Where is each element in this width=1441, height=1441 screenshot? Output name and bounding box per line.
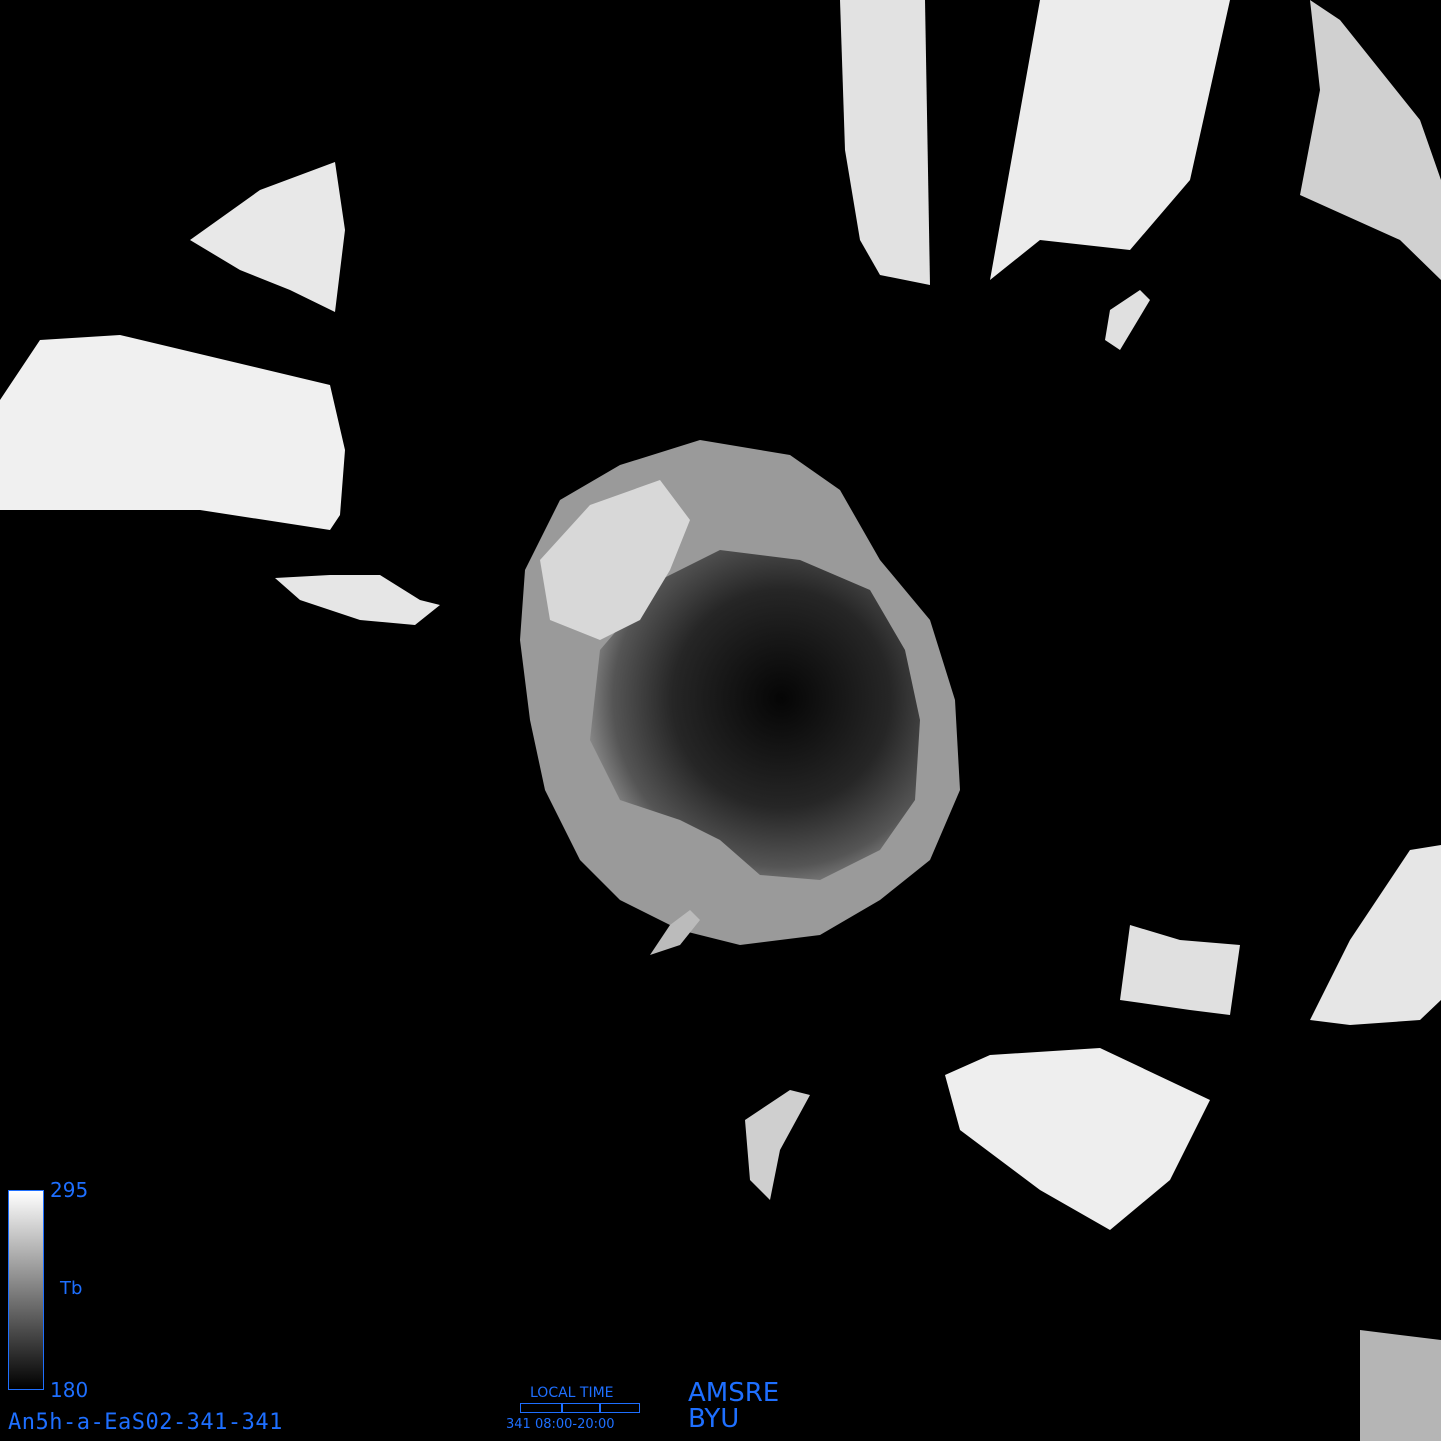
sensor-label: AMSRE BYU [688, 1380, 779, 1432]
local-time-bar [520, 1403, 640, 1413]
local-time-title: LOCAL TIME [530, 1385, 614, 1401]
madagascar [1105, 290, 1150, 350]
map-viewer: 295 Tb 180 An5h-a-EaS02-341-341 LOCAL TI… [0, 0, 1441, 1441]
local-time-range: 341 08:00-20:00 [506, 1417, 615, 1432]
land-swath-southeast [945, 1048, 1210, 1230]
land-swath-west-2 [275, 575, 440, 625]
local-time-window [561, 1404, 601, 1412]
polar-map [0, 0, 1441, 1441]
sensor-institution: BYU [688, 1404, 740, 1434]
sensor-name: AMSRE [688, 1378, 780, 1408]
africa-swath-2 [990, 0, 1230, 280]
africa-swath-1 [840, 0, 930, 285]
new-zealand [745, 1090, 810, 1200]
africa-swath-3 [1300, 0, 1441, 280]
colorbar-max-label: 295 [50, 1178, 89, 1202]
land-swath-east-2 [1310, 845, 1441, 1025]
colorbar-gradient [8, 1190, 44, 1390]
land-swath-west-1 [0, 335, 345, 530]
colorbar-variable-label: Tb [60, 1278, 83, 1299]
image-identifier: An5h-a-EaS02-341-341 [8, 1410, 283, 1435]
colorbar-min-label: 180 [50, 1378, 89, 1402]
land-swath-southeast-corner [1360, 1330, 1441, 1441]
south-america-swath [190, 162, 345, 312]
land-swath-east-1 [1120, 925, 1240, 1015]
